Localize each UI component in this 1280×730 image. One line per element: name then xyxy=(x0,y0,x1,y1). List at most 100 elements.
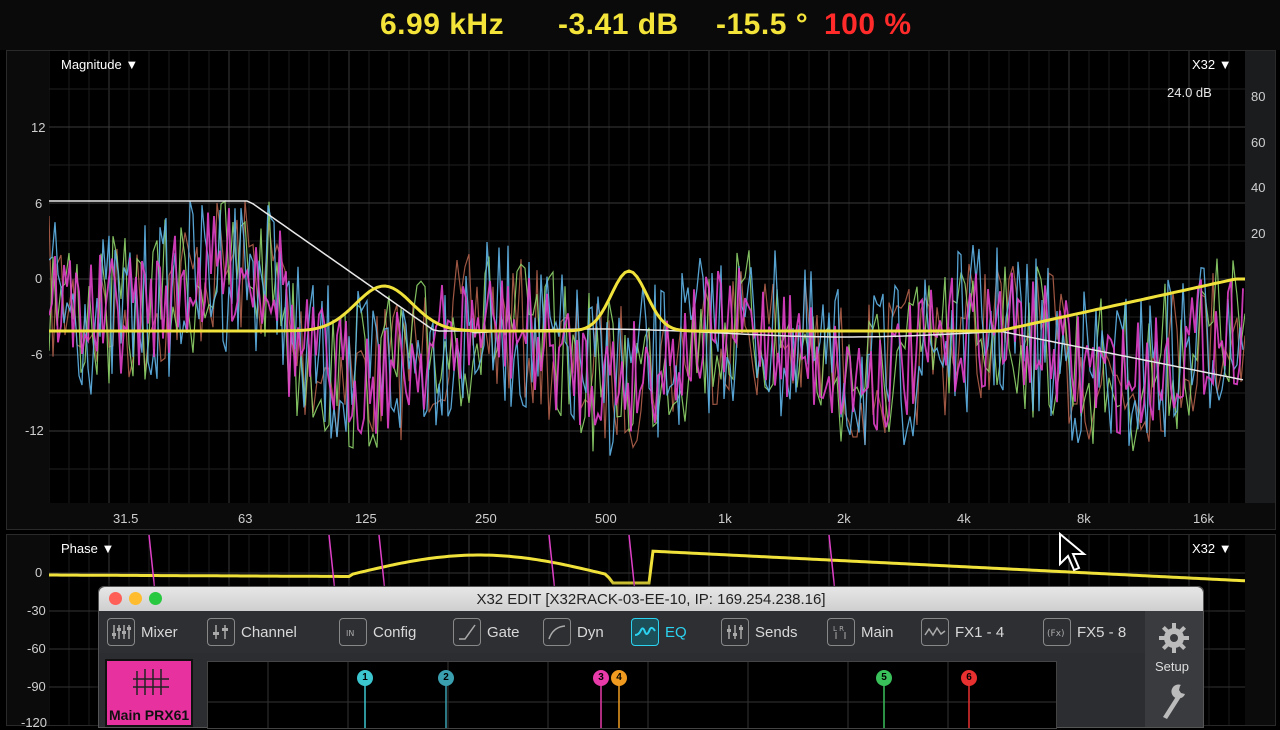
eq-band-4-handle[interactable]: 4 xyxy=(611,670,627,686)
eq-band-1-handle[interactable]: 1 xyxy=(357,670,373,686)
chevron-down-icon: ▼ xyxy=(125,57,139,72)
chevron-down-icon: ▼ xyxy=(101,541,115,556)
tab-config[interactable]: IN Config xyxy=(339,617,416,647)
window-titlebar: X32 EDIT [X32RACK-03-EE-10, IP: 169.254.… xyxy=(99,587,1203,611)
magnitude-panel: Magnitude ▼ X32 ▼ 24.0 dB 12 6 0 -6 -12 … xyxy=(6,50,1276,530)
channel-select-button[interactable]: Main PRX61 xyxy=(105,659,193,727)
x-tick: 250 xyxy=(475,511,497,526)
eq-graph[interactable]: 1 2 3 4 5 6 xyxy=(207,661,1057,729)
x-tick: 63 xyxy=(238,511,253,526)
phase-tick: -120 xyxy=(21,715,48,730)
config-icon: IN xyxy=(339,618,367,646)
channel-name: Main PRX61 xyxy=(109,707,190,723)
channel-icon xyxy=(133,667,169,702)
tab-label: Sends xyxy=(755,623,798,641)
tab-gate[interactable]: Gate xyxy=(453,617,520,647)
frequency-readout: 6.99 kHz xyxy=(380,8,505,41)
phase-tick: -90 xyxy=(27,679,46,694)
tab-label: EQ xyxy=(665,623,687,641)
setup-panel: Setup xyxy=(1145,611,1203,727)
readout-bar: 6.99 kHz -3.41 dB -15.5 ° 100 % xyxy=(0,0,1280,50)
channel-icon xyxy=(207,618,235,646)
phase-tick: -30 xyxy=(27,603,46,618)
svg-text:L R: L R xyxy=(833,625,844,633)
right-tick: 20 xyxy=(1251,226,1266,241)
tab-mixer[interactable]: Mixer xyxy=(107,617,178,647)
tab-sends[interactable]: Sends xyxy=(721,617,798,647)
phase-readout: -15.5 ° xyxy=(716,8,809,41)
right-tick: 80 xyxy=(1251,89,1266,104)
tab-label: Config xyxy=(373,623,417,641)
window-title: X32 EDIT [X32RACK-03-EE-10, IP: 169.254.… xyxy=(476,591,826,608)
x-tick: 8k xyxy=(1077,511,1091,526)
tab-label: Gate xyxy=(487,623,520,641)
tab-label: FX1 - 4 xyxy=(955,623,1005,641)
phase-mode-label: Phase xyxy=(61,541,98,556)
tab-label: FX5 - 8 xyxy=(1077,623,1127,641)
mouse-cursor-icon xyxy=(1058,531,1088,577)
tab-bar: Mixer Channel IN Config Gate Dyn EQ Send… xyxy=(99,611,1203,653)
tab-fx1-4[interactable]: FX1 - 4 xyxy=(921,617,1004,647)
y-tick: 0 xyxy=(35,271,43,286)
y-tick: 12 xyxy=(31,120,46,135)
sends-icon xyxy=(721,618,749,646)
x-tick: 1k xyxy=(718,511,732,526)
right-axis xyxy=(1245,51,1275,503)
x-tick: 500 xyxy=(595,511,617,526)
main-icon: L R xyxy=(827,618,855,646)
magnitude-mode-dropdown[interactable]: Magnitude ▼ xyxy=(61,57,138,72)
chevron-down-icon: ▼ xyxy=(1218,541,1232,556)
tab-fx5-8[interactable]: (Fx) FX5 - 8 xyxy=(1043,617,1139,647)
svg-text:(Fx): (Fx) xyxy=(1047,629,1065,639)
tab-channel[interactable]: Channel xyxy=(207,617,297,647)
x-tick: 2k xyxy=(837,511,851,526)
fx-icon xyxy=(921,618,949,646)
phase-mode-dropdown[interactable]: Phase ▼ xyxy=(61,541,114,556)
setup-label: Setup xyxy=(1155,659,1189,674)
x32-edit-window: X32 EDIT [X32RACK-03-EE-10, IP: 169.254.… xyxy=(98,586,1204,729)
eq-band-3-handle[interactable]: 3 xyxy=(593,670,609,686)
y-tick: 6 xyxy=(35,196,43,211)
phase-tick: -60 xyxy=(27,641,46,656)
percent-readout: 100 % xyxy=(824,8,912,41)
dyn-icon xyxy=(543,618,571,646)
phase-tick: 0 xyxy=(35,565,43,580)
magnitude-graph xyxy=(49,51,1245,503)
eq-band-2-handle[interactable]: 2 xyxy=(438,670,454,686)
tab-eq[interactable]: EQ xyxy=(631,617,687,647)
tab-label: Mixer xyxy=(141,623,178,641)
tab-main[interactable]: L R Main xyxy=(827,617,894,647)
right-tick: 40 xyxy=(1251,180,1266,195)
gear-icon[interactable] xyxy=(1157,621,1191,660)
mixer-icon xyxy=(107,618,135,646)
eq-band-5-handle[interactable]: 5 xyxy=(876,670,892,686)
chevron-down-icon: ▼ xyxy=(1218,57,1232,72)
magnitude-mode-label: Magnitude xyxy=(61,57,122,72)
tab-label: Channel xyxy=(241,623,297,641)
magnitude-source-label: X32 xyxy=(1192,57,1216,72)
x-tick: 4k xyxy=(957,511,971,526)
wrench-icon[interactable] xyxy=(1159,681,1189,726)
magnitude-plot[interactable] xyxy=(49,51,1245,503)
magnitude-source-dropdown[interactable]: X32 ▼ xyxy=(1192,57,1232,72)
eq-grid xyxy=(208,662,1056,728)
range-label: 24.0 dB xyxy=(1167,85,1212,100)
x-tick: 16k xyxy=(1193,511,1214,526)
tab-label: Dyn xyxy=(577,623,604,641)
phase-source-label: X32 xyxy=(1192,541,1216,556)
y-tick: -6 xyxy=(31,347,43,362)
y-tick: -12 xyxy=(25,423,44,438)
phase-source-dropdown[interactable]: X32 ▼ xyxy=(1192,541,1232,556)
gain-readout: -3.41 dB xyxy=(558,8,679,41)
x-tick: 31.5 xyxy=(113,511,139,526)
tab-dyn[interactable]: Dyn xyxy=(543,617,604,647)
measurement-trace xyxy=(49,199,1245,452)
fx2-icon: (Fx) xyxy=(1043,618,1071,646)
x-tick: 125 xyxy=(355,511,377,526)
eq-band-6-handle[interactable]: 6 xyxy=(961,670,977,686)
right-tick: 60 xyxy=(1251,135,1266,150)
gate-icon xyxy=(453,618,481,646)
svg-text:IN: IN xyxy=(346,629,354,638)
tab-label: Main xyxy=(861,623,894,641)
eq-icon xyxy=(631,618,659,646)
